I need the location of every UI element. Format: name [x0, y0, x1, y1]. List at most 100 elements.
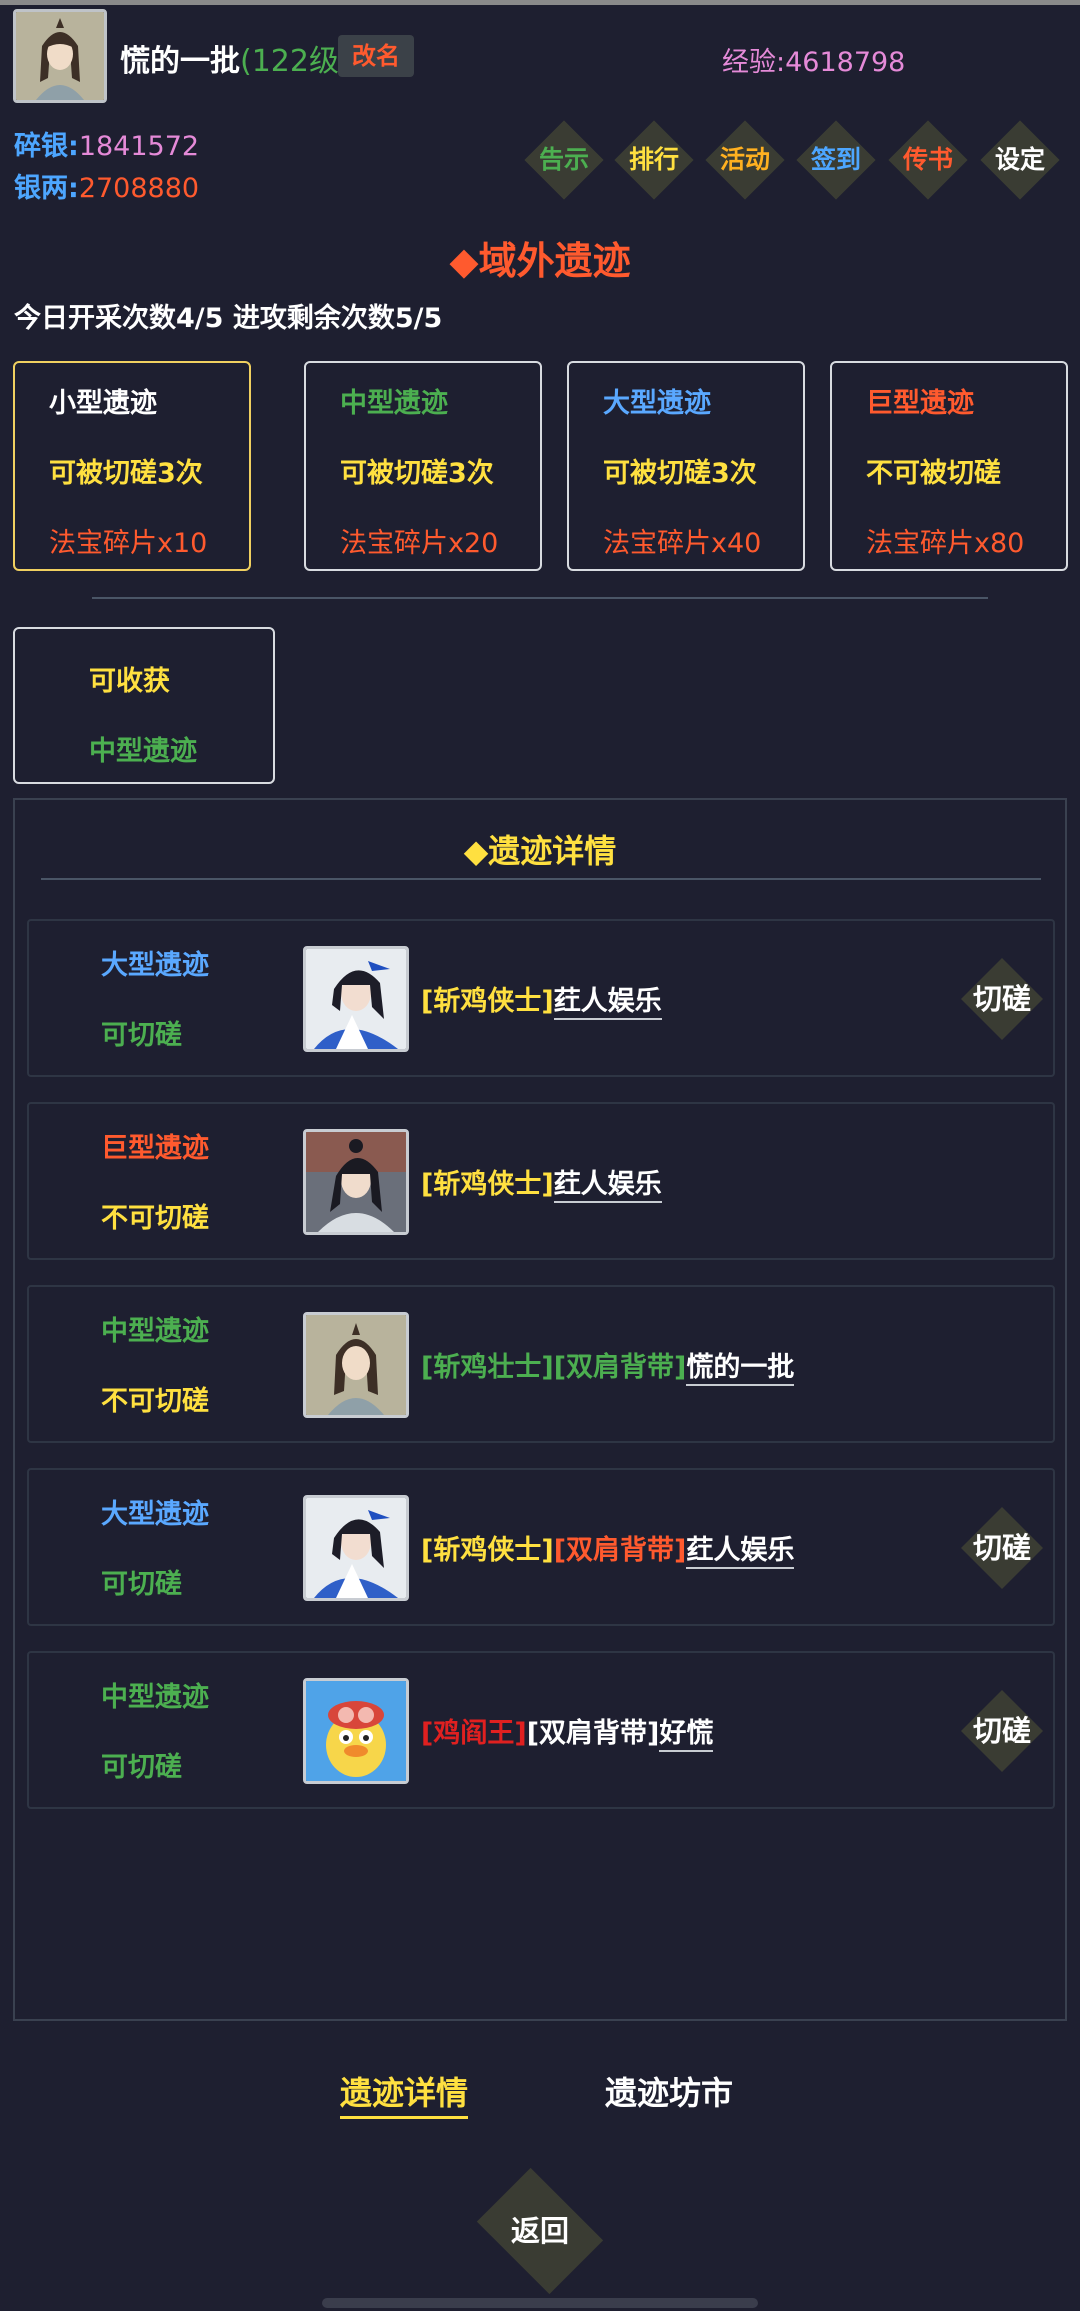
owner-tag: [鸡阎王]: [421, 1718, 527, 1749]
ruin-card-status: 可被切磋3次: [603, 458, 757, 489]
harvest-label: 可收获: [89, 666, 170, 697]
owner-name-link[interactable]: 好慌: [659, 1718, 714, 1752]
owner-name-link[interactable]: 荭人娱乐: [553, 1169, 662, 1203]
duck-mascot-portrait-icon: [306, 1681, 406, 1781]
settings-button[interactable]: 设定: [980, 120, 1060, 200]
spar-button[interactable]: 切磋: [959, 1688, 1045, 1774]
ruin-row: 大型遗迹 可切磋 [斩鸡侠士]荭人娱乐 切磋: [27, 919, 1055, 1077]
spar-label: 切磋: [972, 1531, 1031, 1565]
owner-avatar[interactable]: [303, 1129, 409, 1235]
rename-button[interactable]: 改名: [338, 35, 414, 77]
tab-ruin-market[interactable]: 遗迹坊市: [605, 2068, 733, 2114]
silver-taels-value: 2708880: [78, 173, 200, 204]
swordsman-blue-portrait-icon: [306, 1498, 406, 1598]
owner-avatar[interactable]: [303, 1312, 409, 1418]
owner-name-link[interactable]: 荭人娱乐: [686, 1535, 795, 1569]
spar-button[interactable]: 切磋: [959, 1505, 1045, 1591]
ruin-card-status: 可被切磋3次: [49, 458, 203, 489]
spar-label: 切磋: [972, 982, 1031, 1016]
silver-bits-label: 碎银:: [14, 131, 79, 162]
ruin-card-medium[interactable]: 中型遗迹 可被切磋3次 法宝碎片x20: [304, 361, 542, 571]
attempt-counts: 今日开采次数4/5 进攻剩余次数5/5: [14, 303, 443, 334]
ruin-detail-panel: ◆遗迹详情 大型遗迹 可切磋 [斩鸡侠士]荭人娱乐 切磋 巨型遗迹 不可切磋 […: [13, 798, 1067, 2021]
ruin-card-name: 中型遗迹: [340, 388, 448, 419]
swordsman-dark-portrait-icon: [306, 1132, 406, 1232]
mail-button[interactable]: 传书: [888, 120, 968, 200]
silver-bits-display: 碎银:1841572: [14, 124, 199, 163]
checkin-button[interactable]: 签到: [796, 120, 876, 200]
harvest-button[interactable]: 可收获 中型遗迹: [13, 627, 275, 784]
owner-tag: [斩鸡侠士]: [421, 1169, 554, 1200]
harvest-type: 中型遗迹: [89, 736, 197, 767]
ruin-type: 巨型遗迹: [101, 1133, 209, 1164]
settings-label: 设定: [994, 145, 1045, 174]
notice-button[interactable]: 告示: [524, 120, 604, 200]
owner-tag: [斩鸡壮士]: [421, 1352, 554, 1383]
owner-tag: [斩鸡侠士]: [421, 986, 554, 1017]
detail-title: ◆遗迹详情: [463, 832, 617, 870]
events-button[interactable]: 活动: [705, 120, 785, 200]
exp-value: 4618798: [785, 47, 906, 78]
back-button[interactable]: 返回: [468, 2167, 612, 2295]
ruin-card-status: 不可被切磋: [866, 458, 1001, 489]
ruin-row: 巨型遗迹 不可切磋 [斩鸡侠士]荭人娱乐: [27, 1102, 1055, 1260]
owner-avatar[interactable]: [303, 1495, 409, 1601]
owner-info: [斩鸡侠士]荭人娱乐: [421, 1162, 662, 1203]
ruin-card-reward: 法宝碎片x10: [49, 528, 208, 559]
swordsman-blue-portrait-icon: [306, 949, 406, 1049]
player-name-text: 慌的一批: [120, 44, 240, 79]
owner-name-link[interactable]: 慌的一批: [686, 1352, 795, 1386]
detail-divider: [41, 878, 1041, 880]
mail-label: 传书: [902, 145, 953, 174]
ruin-status: 可切磋: [101, 1020, 182, 1051]
ruin-type: 大型遗迹: [101, 1499, 209, 1530]
ranking-button[interactable]: 排行: [614, 120, 694, 200]
ruin-status: 可切磋: [101, 1569, 182, 1600]
ruin-type: 中型遗迹: [101, 1682, 209, 1713]
owner-info: [斩鸡壮士][双肩背带]慌的一批: [421, 1345, 795, 1386]
ruin-card-reward: 法宝碎片x40: [603, 528, 762, 559]
silver-taels-label: 银两:: [14, 173, 79, 204]
ruin-status: 不可切磋: [101, 1386, 209, 1417]
owner-info: [斩鸡侠士]荭人娱乐: [421, 979, 662, 1020]
status-strip: [0, 0, 1080, 5]
player-name: 慌的一批(122级): [120, 36, 351, 80]
ranking-label: 排行: [628, 145, 679, 174]
owner-info: [鸡阎王][双肩背带]好慌: [421, 1711, 714, 1752]
ruin-status: 可切磋: [101, 1752, 182, 1783]
ruin-card-name: 巨型遗迹: [866, 388, 974, 419]
player-avatar[interactable]: [13, 9, 107, 103]
events-label: 活动: [719, 145, 770, 174]
ruin-card-status: 可被切磋3次: [340, 458, 494, 489]
back-label: 返回: [510, 2214, 569, 2248]
ruin-type: 大型遗迹: [101, 950, 209, 981]
player-portrait-icon: [306, 1315, 406, 1415]
ruin-card-small[interactable]: 小型遗迹 可被切磋3次 法宝碎片x10: [13, 361, 251, 571]
ruin-type: 中型遗迹: [101, 1316, 209, 1347]
ruin-row: 中型遗迹 可切磋 [鸡阎王][双肩背带]好慌 切磋: [27, 1651, 1055, 1809]
ruin-card-huge[interactable]: 巨型遗迹 不可被切磋 法宝碎片x80: [830, 361, 1068, 571]
owner-tag: [双肩背带]: [526, 1718, 660, 1749]
owner-name-link[interactable]: 荭人娱乐: [553, 986, 662, 1020]
owner-info: [斩鸡侠士][双肩背带]荭人娱乐: [421, 1528, 795, 1569]
home-indicator[interactable]: [322, 2298, 758, 2308]
spar-label: 切磋: [972, 1714, 1031, 1748]
ruin-card-name: 小型遗迹: [49, 388, 157, 419]
checkin-label: 签到: [810, 145, 861, 174]
ruin-status: 不可切磋: [101, 1203, 209, 1234]
section-divider: [92, 597, 988, 599]
owner-avatar[interactable]: [303, 1678, 409, 1784]
silver-taels-display: 银两:2708880: [14, 166, 199, 205]
owner-tag: [双肩背带]: [553, 1352, 687, 1383]
owner-tag: [斩鸡侠士]: [421, 1535, 554, 1566]
tab-ruin-details[interactable]: 遗迹详情: [340, 2068, 469, 2119]
ruin-row: 大型遗迹 可切磋 [斩鸡侠士][双肩背带]荭人娱乐 切磋: [27, 1468, 1055, 1626]
exp-label: 经验:: [722, 47, 786, 78]
notice-label: 告示: [538, 145, 589, 174]
owner-avatar[interactable]: [303, 946, 409, 1052]
spar-button[interactable]: 切磋: [959, 956, 1045, 1042]
silver-bits-value: 1841572: [78, 131, 200, 162]
ruin-card-reward: 法宝碎片x20: [340, 528, 499, 559]
ruin-card-large[interactable]: 大型遗迹 可被切磋3次 法宝碎片x40: [567, 361, 805, 571]
player-level: (122级): [240, 44, 351, 79]
